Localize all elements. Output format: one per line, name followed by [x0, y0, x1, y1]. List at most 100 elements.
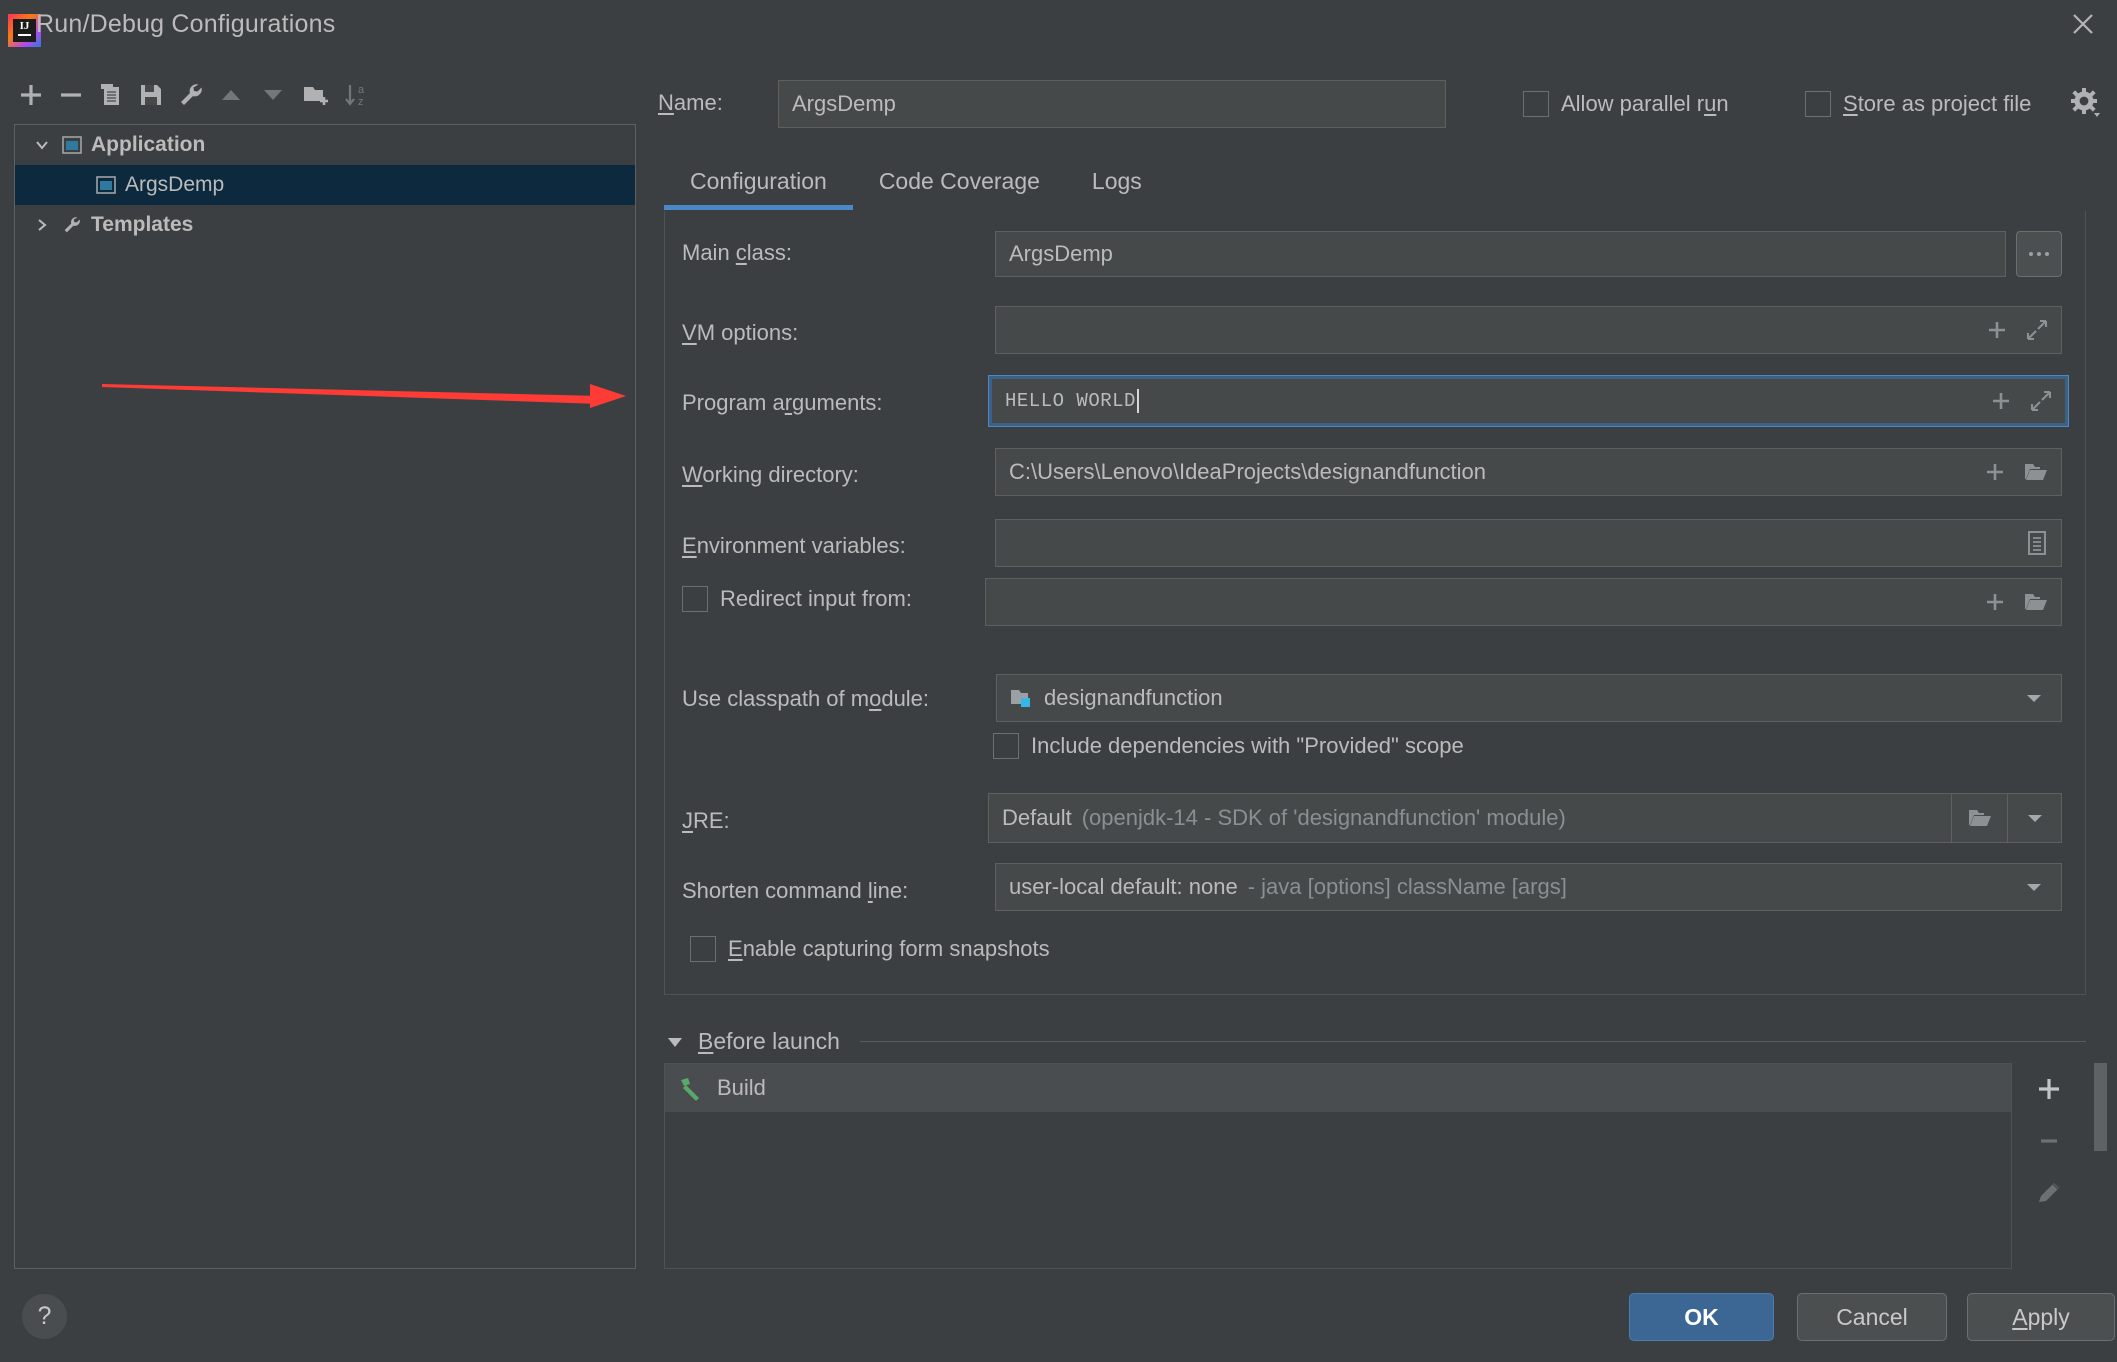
tree-node-label: ArgsDemp	[125, 173, 224, 197]
checkbox-box[interactable]	[1523, 91, 1549, 117]
move-up-button[interactable]	[208, 72, 254, 118]
redirect-input-checkbox[interactable]: Redirect input from:	[682, 586, 912, 612]
ok-button[interactable]: OK	[1629, 1293, 1774, 1341]
program-arguments-value: HELLO WORLD	[992, 390, 1136, 412]
main-class-input[interactable]: ArgsDemp	[995, 231, 2006, 277]
expand-icon[interactable]	[2029, 389, 2053, 413]
plus-icon[interactable]	[1983, 590, 2007, 614]
vm-options-input[interactable]	[995, 306, 2062, 354]
name-input[interactable]: ArgsDemp	[778, 80, 1446, 128]
help-button[interactable]: ?	[22, 1294, 67, 1339]
include-provided-scope-label: Include dependencies with "Provided" sco…	[1031, 733, 1464, 759]
list-item-label: Build	[717, 1075, 766, 1101]
plus-icon[interactable]	[1983, 460, 2007, 484]
before-launch-scrollbar[interactable]	[2094, 1063, 2107, 1151]
jre-chevron-down-icon[interactable]	[2007, 794, 2061, 842]
before-launch-header[interactable]: Before launch	[664, 1028, 2086, 1055]
program-arguments-input[interactable]: HELLO WORLD	[989, 376, 2068, 426]
tab-configuration[interactable]: Configuration	[664, 152, 853, 210]
gear-icon[interactable]	[2069, 86, 2103, 120]
svg-text:z: z	[358, 96, 364, 108]
enable-capturing-snapshots-label: Enable capturing form snapshots	[728, 936, 1050, 962]
main-class-value: ArgsDemp	[996, 241, 1113, 267]
tree-node-label: Application	[91, 133, 205, 157]
jre-browse-folder-icon[interactable]	[1951, 794, 2007, 842]
cancel-button[interactable]: Cancel	[1797, 1293, 1947, 1341]
environment-variables-input[interactable]	[995, 519, 2062, 567]
move-down-button[interactable]	[250, 72, 296, 118]
shorten-command-line-value-wrap: user-local default: none - java [options…	[996, 874, 1567, 900]
vm-options-label: VM options:	[682, 320, 798, 346]
checkbox-box[interactable]	[682, 586, 708, 612]
logo-letters: IJ	[13, 21, 36, 32]
jre-value-dim: (openjdk-14 - SDK of 'designandfunction'…	[1082, 805, 1566, 831]
build-hammer-icon	[677, 1075, 703, 1101]
remove-task-button[interactable]	[2012, 1115, 2086, 1167]
redirect-input-label: Redirect input from:	[720, 586, 912, 612]
classpath-module-value-wrap: designandfunction	[997, 685, 1223, 711]
ellipsis-icon	[2029, 252, 2049, 256]
before-launch-list[interactable]: Build	[664, 1063, 2012, 1269]
shorten-command-line-dropdown[interactable]: user-local default: none - java [options…	[995, 863, 2062, 911]
chevron-down-icon[interactable]	[25, 135, 59, 155]
checkbox-box[interactable]	[690, 936, 716, 962]
tree-node-application[interactable]: Application	[15, 125, 635, 165]
tree-node-templates[interactable]: Templates	[15, 205, 635, 245]
configurations-toolbar: a z	[8, 72, 478, 120]
allow-parallel-run-checkbox[interactable]: Allow parallel run	[1523, 91, 1729, 117]
tab-code-coverage[interactable]: Code Coverage	[853, 152, 1066, 210]
chevron-right-icon[interactable]	[25, 215, 59, 235]
title-bar: IJ Run/Debug Configurations	[0, 0, 2117, 62]
classpath-module-value: designandfunction	[1044, 685, 1223, 711]
store-as-project-file-checkbox[interactable]: Store as project file	[1805, 91, 2031, 117]
jre-value-wrap: Default (openjdk-14 - SDK of 'designandf…	[989, 805, 1566, 831]
jre-label: JRE:	[682, 808, 730, 834]
classpath-module-label: Use classpath of module:	[682, 686, 929, 712]
list-item[interactable]: Build	[665, 1064, 2011, 1112]
shorten-command-line-value-dim: - java [options] className [args]	[1248, 874, 1567, 900]
pencil-icon[interactable]	[2012, 1167, 2086, 1219]
text-caret	[1137, 389, 1139, 413]
checkbox-box[interactable]	[993, 733, 1019, 759]
apply-button[interactable]: Apply	[1967, 1293, 2115, 1341]
close-icon[interactable]	[2063, 4, 2103, 44]
plus-icon[interactable]	[1989, 389, 2013, 413]
page-title: Run/Debug Configurations	[36, 10, 335, 39]
wrench-icon	[59, 214, 85, 236]
module-folder-icon	[1010, 687, 1034, 709]
divider	[860, 1041, 2086, 1042]
checkbox-box[interactable]	[1805, 91, 1831, 117]
include-provided-scope-checkbox[interactable]: Include dependencies with "Provided" sco…	[993, 733, 1464, 759]
folder-icon[interactable]	[2023, 590, 2049, 614]
folder-icon[interactable]	[2023, 460, 2049, 484]
main-class-browse-button[interactable]	[2016, 231, 2062, 277]
plus-icon[interactable]	[1985, 318, 2009, 342]
jre-dropdown[interactable]: Default (openjdk-14 - SDK of 'designandf…	[988, 793, 2062, 843]
working-directory-input[interactable]: C:\Users\Lenovo\IdeaProjects\designandfu…	[995, 448, 2062, 496]
sort-alphabetically-button[interactable]: a z	[333, 72, 379, 118]
svg-text:a: a	[358, 84, 365, 96]
classpath-module-dropdown[interactable]: designandfunction	[996, 674, 2062, 722]
configurations-tree[interactable]: Application ArgsDemp Templates	[14, 124, 636, 1269]
tree-node-argsdemp[interactable]: ArgsDemp	[15, 165, 635, 205]
redirect-input-field[interactable]	[985, 578, 2062, 626]
triangle-down-icon[interactable]	[664, 1031, 686, 1053]
list-icon[interactable]	[2025, 530, 2049, 556]
working-directory-label: Working directory:	[682, 462, 859, 488]
before-launch-title: Before launch	[698, 1028, 840, 1055]
before-launch-actions	[2012, 1063, 2086, 1269]
shorten-command-line-value-strong: user-local default: none	[1009, 874, 1238, 900]
tab-bar[interactable]: Configuration Code Coverage Logs	[664, 152, 1168, 210]
jre-value-strong: Default	[1002, 805, 1072, 831]
tab-logs[interactable]: Logs	[1066, 152, 1168, 210]
chevron-down-icon[interactable]	[2007, 675, 2061, 721]
program-arguments-label: Program arguments:	[682, 390, 883, 416]
chevron-down-icon[interactable]	[2007, 864, 2061, 910]
shorten-command-line-label: Shorten command line:	[682, 878, 908, 904]
allow-parallel-run-label: Allow parallel run	[1561, 91, 1729, 117]
enable-capturing-snapshots-checkbox[interactable]: Enable capturing form snapshots	[690, 936, 1050, 962]
working-directory-value: C:\Users\Lenovo\IdeaProjects\designandfu…	[996, 459, 1486, 485]
name-input-value: ArgsDemp	[792, 91, 896, 117]
expand-icon[interactable]	[2025, 318, 2049, 342]
add-task-button[interactable]	[2012, 1063, 2086, 1115]
